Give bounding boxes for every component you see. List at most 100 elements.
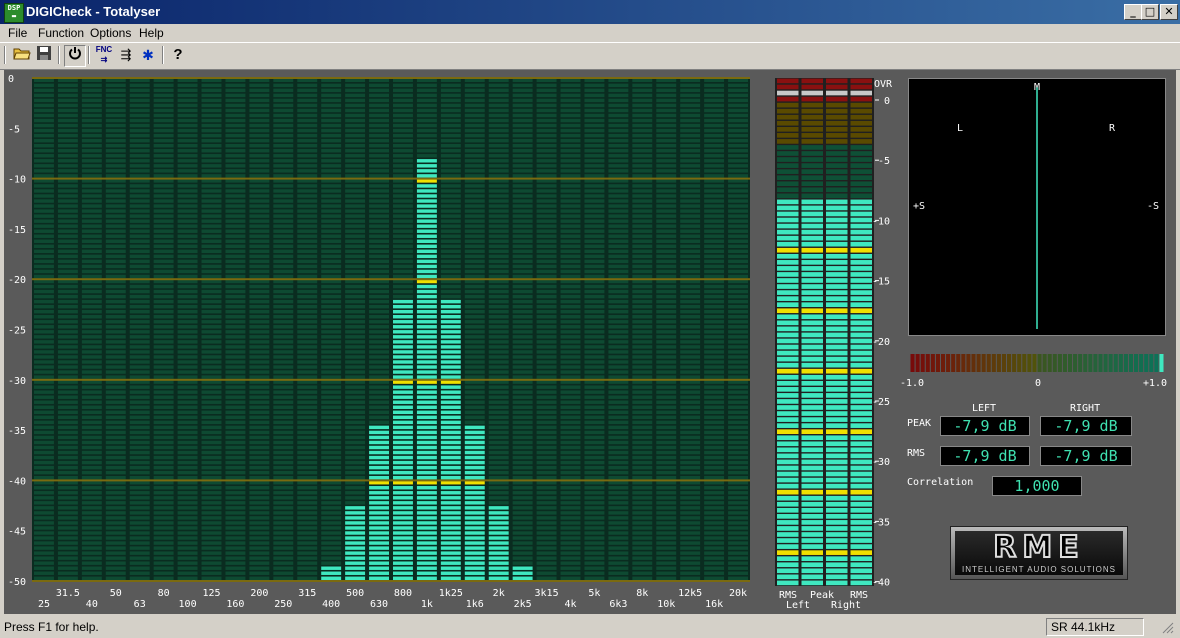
corr-segment: [1017, 354, 1022, 372]
meter-segment: [801, 514, 823, 519]
meter-segment: [801, 368, 823, 374]
settings-icon[interactable]: ⇶: [116, 45, 136, 65]
maximize-icon[interactable]: □: [1141, 4, 1159, 20]
meter-segment: [826, 471, 848, 477]
goniometer-trace: [1036, 87, 1038, 329]
meter-segment: [826, 568, 848, 574]
level-meters: OVR0-5-10-15-20-25-30-35-40RMS Peak RMSLef…: [775, 78, 893, 611]
meter-segment: [801, 229, 823, 235]
meter-segment: [801, 459, 823, 465]
meter-segment: [801, 495, 823, 501]
save-disk-icon[interactable]: [34, 45, 54, 65]
bug-icon[interactable]: ✱: [138, 45, 158, 65]
rms-right-readout: -7,9 dB: [1040, 446, 1132, 466]
meter-segment: [850, 151, 872, 156]
meter-segment: [850, 314, 872, 320]
meter-segment: [850, 538, 872, 543]
corr-segment: [1042, 354, 1047, 372]
meter-segment: [777, 187, 799, 193]
menu-help[interactable]: Help: [139, 26, 164, 40]
meter-segment: [777, 272, 799, 277]
meter-segment: [777, 356, 799, 362]
help-icon[interactable]: ?: [168, 45, 188, 65]
corr-segment: [1007, 354, 1012, 372]
meter-segment: [777, 453, 799, 459]
resize-grip-icon[interactable]: [1160, 620, 1174, 634]
power-icon[interactable]: [64, 45, 86, 67]
meter-segment: [801, 399, 823, 404]
corr-segment: [991, 354, 996, 372]
meter-segment: [801, 429, 823, 435]
meter-segment: [850, 477, 872, 483]
meter-segment: [850, 447, 872, 453]
meter-segment: [826, 169, 848, 174]
fnc-icon[interactable]: FNC ⇉: [94, 45, 114, 65]
meter-segment: [826, 368, 848, 374]
meter-segment: [850, 120, 872, 126]
meter-segment: [777, 477, 799, 483]
meter-segment: [801, 447, 823, 453]
meter-segment: [850, 302, 872, 308]
open-folder-icon[interactable]: [12, 45, 32, 65]
meter-segment: [826, 332, 848, 338]
meter-segment: [850, 241, 872, 247]
menu-file[interactable]: File: [8, 26, 27, 40]
dsp-icon[interactable]: DSP ▬: [4, 3, 24, 23]
meter-segment: [850, 350, 872, 356]
menu-options[interactable]: Options: [90, 26, 131, 40]
meter-segment: [777, 205, 799, 211]
corr-segment: [1113, 354, 1118, 372]
meter-segment: [826, 193, 848, 199]
meter-segment: [801, 260, 823, 265]
close-icon[interactable]: ✕: [1160, 4, 1178, 20]
meter-segment: [850, 435, 872, 441]
meter-segment: [826, 163, 848, 168]
meter-segment: [777, 532, 799, 537]
meter-segment: [826, 387, 848, 392]
corr-segment: [1057, 354, 1062, 372]
meter-segment: [826, 108, 848, 114]
correlation-readout: 1,000: [992, 476, 1082, 496]
meter-segment: [801, 272, 823, 277]
meter-segment: [850, 145, 872, 150]
meter-segment: [850, 405, 872, 410]
meter-segment: [826, 514, 848, 519]
sample-rate-indicator: SR 44.1kHz: [1046, 618, 1144, 636]
meter-segment: [801, 526, 823, 531]
meter-segment: [777, 411, 799, 416]
meter-segment: [826, 441, 848, 447]
corr-segment: [1149, 354, 1154, 372]
meter-segment: [826, 453, 848, 459]
meter-segment: [826, 229, 848, 235]
meter-segment: [826, 459, 848, 465]
meter-segment: [850, 308, 872, 314]
meter-segment: [850, 187, 872, 193]
meter-segment: [777, 175, 799, 181]
meter-segment: [826, 526, 848, 531]
meter-segment: [826, 344, 848, 350]
corr-segment: [951, 354, 956, 372]
meter-segment: [801, 556, 823, 562]
meter-segment: [777, 260, 799, 265]
meter-segment: [850, 368, 872, 374]
rme-tagline: INTELLIGENT AUDIO SOLUTIONS: [962, 565, 1116, 574]
meter-segment: [850, 489, 872, 495]
meter-segment: [777, 556, 799, 562]
meter-segment: [777, 133, 799, 138]
corr-segment: [976, 354, 981, 372]
meter-segment: [850, 374, 872, 380]
menu-function[interactable]: Function: [38, 26, 84, 40]
left-header: LEFT: [972, 403, 997, 414]
meter-segment: [801, 139, 823, 144]
meter-segment: [826, 417, 848, 422]
meter-segment: [850, 278, 872, 283]
meter-segment: [850, 362, 872, 368]
minimize-icon[interactable]: _: [1124, 4, 1142, 20]
meter-segment: [801, 241, 823, 247]
meter-segment: [826, 489, 848, 495]
meter-segment: [826, 580, 848, 586]
meter-segment: [777, 296, 799, 301]
meter-segment: [826, 495, 848, 501]
meter-segment: [826, 181, 848, 187]
meter-segment: [801, 247, 823, 253]
